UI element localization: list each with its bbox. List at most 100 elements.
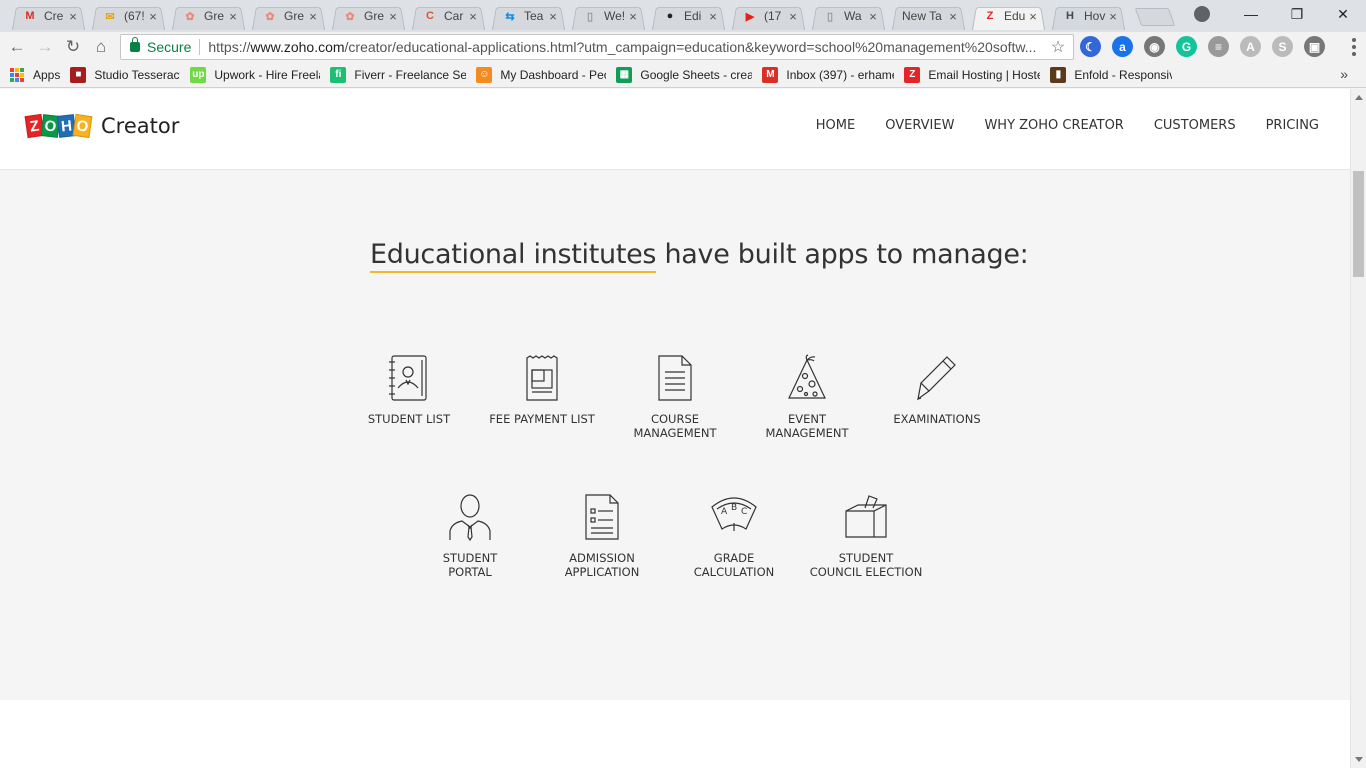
home-icon[interactable]: ⌂ (90, 36, 112, 58)
browser-tab[interactable]: C Car × (408, 2, 489, 30)
briefcase-icon[interactable]: ▣ (1304, 36, 1325, 57)
moon-icon[interactable]: ☾ (1080, 36, 1101, 57)
bookmark-item[interactable]: up Upwork - Hire Freelan (190, 66, 320, 83)
feature-examinations[interactable]: EXAMINATIONS (872, 354, 1002, 426)
bookmark-star-icon[interactable]: ☆ (1047, 37, 1069, 57)
upwork-icon: up (190, 66, 207, 83)
tab-close-icon[interactable]: × (387, 9, 399, 24)
bookmark-item[interactable]: ■ Studio Tesseract (70, 66, 180, 83)
browser-tab[interactable]: ▯ We! × (568, 2, 649, 30)
bookmark-item[interactable]: ☺ My Dashboard - Peop (476, 66, 606, 83)
bookmark-label: Inbox (397) - erhame (786, 67, 895, 82)
nav-home[interactable]: HOME (816, 118, 855, 133)
bookmark-item[interactable]: ▮ Enfold - Responsive M (1050, 66, 1173, 83)
zoho-creator-logo[interactable]: Z O H O Creator (24, 113, 179, 139)
sheets-icon: ▦ (616, 66, 633, 83)
new-tab-button[interactable] (1134, 8, 1176, 26)
bookmark-item[interactable]: ▦ Google Sheets - creat (616, 66, 752, 83)
tab-close-icon[interactable]: × (787, 9, 799, 24)
bookmark-item[interactable]: M Inbox (397) - erhame (762, 66, 895, 83)
document-icon: ▯ (826, 10, 834, 23)
database-icon[interactable]: ≡ (1208, 36, 1229, 57)
browser-tab[interactable]: H Hov × (1048, 2, 1129, 30)
url-text[interactable]: https://www.zoho.com/creator/educational… (208, 39, 1047, 55)
browser-tab[interactable]: ✉ (67! × (88, 2, 169, 30)
tab-close-icon[interactable]: × (547, 9, 559, 24)
tab-close-icon[interactable]: × (627, 9, 639, 24)
browser-tab[interactable]: ▯ Wa × (808, 2, 889, 30)
page-viewport: Z O H O Creator HOME OVERVIEW WHY ZOHO C… (0, 89, 1350, 768)
tab-close-icon[interactable]: × (947, 9, 959, 24)
apps-grid-icon (10, 67, 24, 82)
chrome-menu-icon[interactable] (1352, 38, 1356, 56)
bookmark-item[interactable]: Z Email Hosting | Hoste (904, 66, 1040, 83)
tab-strip: M Cre × ✉ (67! × ✿ Gre × ✿ Gre × ✿ Gre × C Car × ⇆ Tea × ▯ We!… (0, 0, 1366, 32)
feature-course-management[interactable]: COURSE MANAGEMENT (610, 354, 740, 440)
tab-title: Cre (44, 9, 64, 23)
back-arrow-icon[interactable]: ← (6, 36, 28, 58)
scroll-up-icon[interactable] (1355, 95, 1363, 100)
browser-tab[interactable]: ✿ Gre × (248, 2, 329, 30)
browser-tab[interactable]: ✿ Gre × (328, 2, 409, 30)
page-scrollbar[interactable] (1350, 89, 1366, 768)
profile-icon[interactable] (1194, 6, 1210, 22)
nav-pricing[interactable]: PRICING (1266, 118, 1319, 133)
browser-tab[interactable]: ✿ Gre × (168, 2, 249, 30)
a-circle-icon[interactable]: a (1112, 36, 1133, 57)
bookmarks-more-icon[interactable]: » (1340, 66, 1348, 82)
main-nav: HOME OVERVIEW WHY ZOHO CREATOR CUSTOMERS… (816, 118, 1319, 133)
browser-tab[interactable]: ● Edi × (648, 2, 729, 30)
grammarly-icon[interactable]: G (1176, 36, 1197, 57)
bookmarks-bar: Apps ■ Studio Tesseract up Upwork - Hire Fr… (0, 62, 1366, 88)
next-section (0, 700, 1350, 768)
bookmark-item[interactable]: fi Fiverr - Freelance Ser (330, 66, 466, 83)
feature-fee-payment-list[interactable]: FEE PAYMENT LIST (477, 354, 607, 426)
svg-text:A: A (721, 507, 728, 517)
close-window-icon[interactable]: ✕ (1320, 0, 1366, 28)
feature-label: EXAMINATIONS (893, 412, 981, 426)
nav-customers[interactable]: CUSTOMERS (1154, 118, 1236, 133)
skype-icon[interactable]: S (1272, 36, 1293, 57)
tab-close-icon[interactable]: × (147, 9, 159, 24)
tab-close-icon[interactable]: × (1107, 9, 1119, 24)
scroll-down-icon[interactable] (1355, 757, 1363, 762)
browser-tab[interactable]: New Ta × (888, 2, 969, 30)
tab-close-icon[interactable]: × (227, 9, 239, 24)
address-bar[interactable]: Secure https://www.zoho.com/creator/educ… (120, 34, 1074, 60)
browser-tab[interactable]: M Cre × (8, 2, 89, 30)
pdf-icon[interactable]: A (1240, 36, 1261, 57)
reload-icon[interactable]: ↻ (62, 36, 84, 58)
tab-close-icon[interactable]: × (307, 9, 319, 24)
feature-student-portal[interactable]: STUDENT PORTAL (405, 493, 535, 579)
feature-grade-calculation[interactable]: A B C GRADE CALCULATION (669, 493, 799, 579)
tab-title: Gre (284, 9, 305, 23)
tab-title: Gre (204, 9, 225, 23)
tab-close-icon[interactable]: × (1027, 9, 1039, 24)
htg-icon: H (1066, 10, 1074, 22)
tab-title: Edu (1004, 9, 1026, 23)
nav-why-zoho-creator[interactable]: WHY ZOHO CREATOR (984, 118, 1123, 133)
github-icon: ● (666, 10, 674, 22)
feature-admission-application[interactable]: ADMISSION APPLICATION (537, 493, 667, 579)
tab-close-icon[interactable]: × (67, 9, 79, 24)
bookmark-apps[interactable]: Apps (10, 67, 60, 82)
tab-title: (67! (124, 9, 145, 23)
bookmark-label: Enfold - Responsive M (1074, 67, 1173, 82)
minimize-icon[interactable]: — (1228, 0, 1274, 28)
camera-icon[interactable]: ◉ (1144, 36, 1165, 57)
browser-tab[interactable]: ▶ (17 × (728, 2, 809, 30)
gmail-icon: M (25, 10, 35, 22)
feature-student-council-election[interactable]: STUDENT COUNCIL ELECTION (801, 493, 931, 579)
nav-overview[interactable]: OVERVIEW (885, 118, 954, 133)
tab-close-icon[interactable]: × (467, 9, 479, 24)
forward-arrow-icon[interactable]: → (34, 36, 56, 58)
url-host: www.zoho.com (250, 39, 345, 55)
restore-icon[interactable]: ❐ (1274, 0, 1320, 28)
feature-student-list[interactable]: STUDENT LIST (344, 354, 474, 426)
browser-tab[interactable]: ⇆ Tea × (488, 2, 569, 30)
tab-close-icon[interactable]: × (707, 9, 719, 24)
browser-tab[interactable]: Z Edu × (968, 2, 1049, 30)
scroll-thumb[interactable] (1353, 171, 1364, 277)
tab-close-icon[interactable]: × (867, 9, 879, 24)
feature-event-management[interactable]: EVENT MANAGEMENT (742, 354, 872, 440)
